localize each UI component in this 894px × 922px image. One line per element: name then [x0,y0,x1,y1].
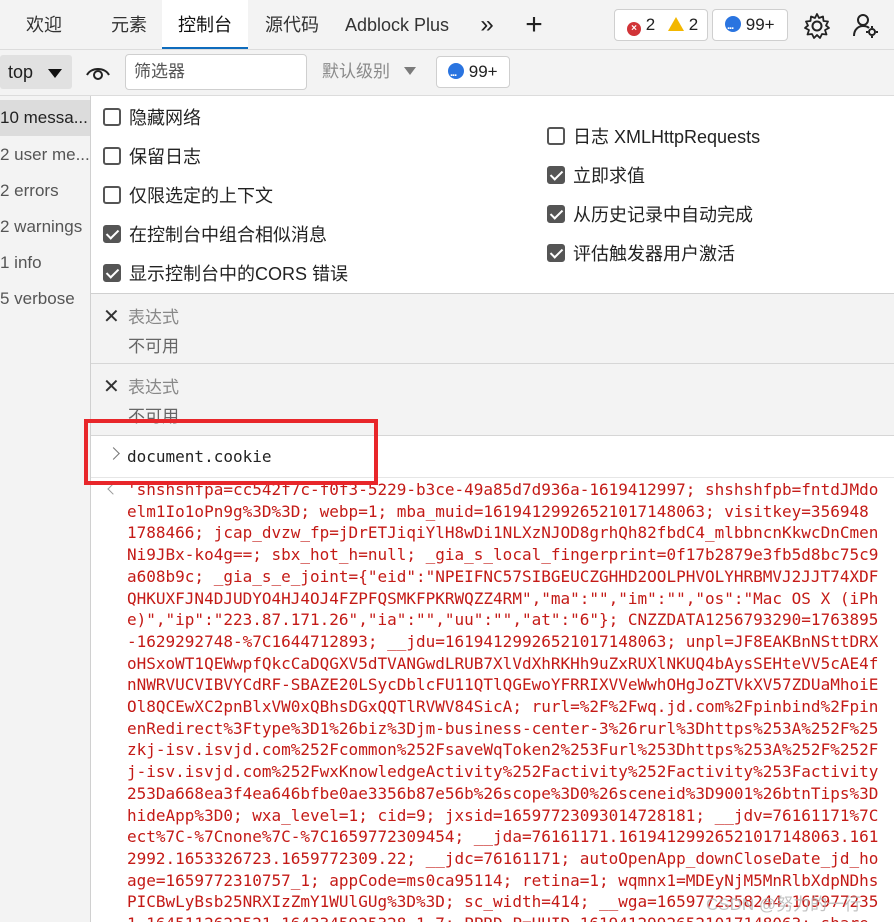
checkbox-checked[interactable] [103,264,121,282]
tab-elements[interactable]: 元素 [96,0,162,49]
output-line: 253Da668ea3f4ea646bfbe0ae3356b87e56b%26s… [127,783,879,803]
message-icon [725,11,741,41]
checkbox-checked[interactable] [547,205,565,223]
output-line: oHSxoWT1QEWwpfQkcCaDQGXV5dTVANGwdLRUB7Xl… [127,653,879,673]
output-line: Ni9JBx-ko4g==; sbx_hot_h=null; _gia_s_lo… [127,545,879,565]
output-line: 2992.1653326723.1659772309.22; __jdc=761… [127,848,879,868]
output-line: zkj-isv.isvjd.com%252Fcommon%252FsaveWqT… [127,740,879,760]
watermark: CSDN @努力的一行 [706,895,862,914]
toolbar-issues-badge[interactable]: 99+ [436,56,510,88]
checkbox[interactable] [103,108,121,126]
live-expression-input[interactable]: 表达式 [128,303,179,328]
output-line: nNWRVUCVIBVYCdRF-SBAZE20LSycDblcFU11QTlQ… [127,675,879,695]
live-expression-value: 不可用 [128,337,179,356]
tab-sources[interactable]: 源代码 [252,0,332,49]
filter-field[interactable] [125,54,307,90]
sidebar-item-verbose[interactable]: 5 verbose [0,281,90,317]
checkbox-checked[interactable] [547,244,565,262]
output-line: -1629292748-%7C1644712893; __jdu=1619412… [127,631,879,651]
sidebar-item-info[interactable]: 1 info [0,245,90,281]
tab-welcome[interactable]: 欢迎 [0,0,88,49]
tab-console[interactable]: 控制台 [162,0,248,49]
more-tabs-icon[interactable]: » [472,10,502,40]
console-output: document.cookie 'shshshfpa=cc542f7c-f0f3… [91,436,894,922]
log-levels-dropdown[interactable]: 默认级别 [322,55,416,89]
message-count: 99+ [745,15,775,34]
output-line: Ol8QCEwXC2pnBlxVW0xQBhsDGxQQTlRVWV84SicA… [127,697,879,717]
highlight-box [84,419,378,485]
eye-icon[interactable] [86,61,110,85]
caret-down-icon [404,67,416,75]
context-label: top [8,62,34,82]
return-arrow-icon [107,483,119,495]
console-settings-panel: 隐藏网络 保留日志 仅限选定的上下文 在控制台中组合相似消息 显示控制台中的CO… [91,96,894,294]
add-tab-icon[interactable]: + [518,10,550,40]
live-expression: ✕ 表达式 不可用 [91,294,894,364]
filter-input[interactable] [134,62,294,82]
checkbox-checked[interactable] [547,166,565,184]
tab-adblock-plus[interactable]: Adblock Plus [336,0,458,49]
caret-down-icon [48,69,62,78]
output-line: j-isv.isvjd.com%252FwxKnowledgeActivity%… [127,762,879,782]
checkbox[interactable] [547,127,565,145]
error-count: 2 [645,15,656,34]
console-sidebar: 10 messa... 2 user me... 2 errors 2 warn… [0,96,91,922]
live-expression-input[interactable]: 表达式 [128,373,179,398]
toolbar-issues-count: 99+ [468,62,498,81]
gear-icon[interactable] [803,12,831,40]
close-icon[interactable]: ✕ [103,304,120,329]
sidebar-item-errors[interactable]: 2 errors [0,173,90,209]
output-line: QHKUXFJN4DJUDYO4HJ4OJ4FZPFQSMKFPKRWQZZ4R… [127,588,879,608]
output-line: 1788466; jcap_dvzw_fp=jDrETJiqiYlH8wDi1N… [127,523,879,543]
error-icon: × [627,22,641,36]
output-line: ect%7C-%7Cnone%7C-%7C1659772309454; __jd… [127,827,879,847]
issues-error-warning-badge[interactable]: × 2 2 [614,9,708,41]
output-line: hideApp%3D0; wxa_level=1; cid=9; jxsid=1… [127,805,879,825]
output-line: age=1659772310757_1; appCode=ms0ca95114;… [127,870,879,890]
warning-icon [668,17,684,31]
messages-badge[interactable]: 99+ [712,9,788,41]
devtools-tabbar: 欢迎 元素 控制台 源代码 Adblock Plus » + × 2 2 99+ [0,0,894,50]
context-selector[interactable]: top [0,55,72,89]
log-levels-label: 默认级别 [322,62,390,81]
sidebar-item-messages[interactable]: 10 messa... [0,100,90,136]
console-toolbar: top 默认级别 99+ [0,50,894,96]
output-line: a608b9c; _gia_s_e_joint={"eid":"NPEIFNC5… [127,566,879,586]
checkbox-checked[interactable] [103,225,121,243]
sidebar-item-warnings[interactable]: 2 warnings [0,209,90,245]
output-line: e)","ip":"223.87.171.26","ia":"","uu":""… [127,610,879,630]
output-line: enRedirect%3Ftype%3D1%26biz%3Djm-busines… [127,718,879,738]
sidebar-item-user-messages[interactable]: 2 user me... [0,137,90,173]
checkbox[interactable] [103,186,121,204]
customize-user-icon[interactable] [852,12,880,40]
output-line: elm1Io1oPn9g%3D%3D; webp=1; mba_muid=161… [127,501,869,521]
checkbox[interactable] [103,147,121,165]
message-icon [448,58,464,88]
warning-count: 2 [688,15,699,34]
close-icon[interactable]: ✕ [103,374,120,399]
cookie-output-string: 'shshshfpa=cc542f7c-f0f3-5229-b3ce-49a85… [127,479,894,922]
